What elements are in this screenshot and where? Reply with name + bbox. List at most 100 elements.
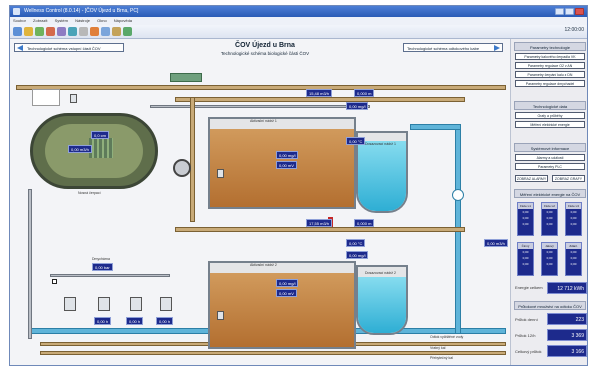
param-button[interactable]: Parametry čerpání kalu z DN bbox=[515, 71, 585, 78]
energy-cell: Fáze L1 0,00 0,00 0,00 bbox=[517, 202, 534, 236]
home-icon[interactable] bbox=[13, 27, 22, 36]
blower-2-hours: 0,00 h bbox=[126, 317, 144, 325]
menu-item[interactable]: Systém bbox=[55, 18, 68, 23]
line2-level-value: 0,000 m bbox=[354, 219, 375, 227]
settings-icon[interactable] bbox=[79, 27, 88, 36]
riser-pipe bbox=[190, 97, 195, 222]
nav-outlet-label: Technologické schéma odtokového kabe bbox=[407, 46, 480, 51]
total-label: Průtok denní bbox=[515, 317, 538, 322]
total-value: 3 166 bbox=[547, 345, 587, 357]
system-section-header: Systémové informace bbox=[514, 143, 586, 152]
maximize-button[interactable] bbox=[565, 8, 574, 15]
line2-o2b-value: 0,00 mg/l bbox=[346, 251, 369, 259]
page-title: ČOV Újezd u Brna bbox=[235, 42, 295, 49]
energy-cell: Činný 0,00 0,00 0,00 bbox=[517, 242, 534, 276]
process-diagram: Technologické schéma vstupní čásit ČOV T… bbox=[10, 39, 510, 365]
blower-header-pipe bbox=[50, 274, 170, 277]
drain-pipe bbox=[28, 189, 32, 339]
trend-button[interactable]: Grafy a průběhy bbox=[515, 112, 585, 119]
outlet-label: Odtok vyčištěné vody bbox=[430, 335, 464, 339]
alarm-icon[interactable] bbox=[90, 27, 99, 36]
system-button[interactable]: Alarmy a události bbox=[515, 154, 585, 161]
trend-icon[interactable] bbox=[68, 27, 77, 36]
close-button[interactable] bbox=[575, 8, 584, 15]
menu-item[interactable]: Zobrazit bbox=[33, 18, 47, 23]
param-button[interactable]: Parametry kalového čerpadla VK bbox=[515, 53, 585, 60]
return-sludge-label: Vratný kal bbox=[430, 346, 446, 350]
inlet-flow-value: 0,00 m3/h bbox=[68, 145, 92, 153]
energy-total-value: 12 712 kWh bbox=[547, 282, 587, 294]
total-value: 223 bbox=[547, 313, 587, 325]
energy-total-label: Energie celkem bbox=[515, 285, 543, 290]
control-cabinet bbox=[32, 89, 60, 106]
blower-3-icon[interactable] bbox=[130, 297, 142, 311]
menu-item[interactable]: Soubor bbox=[13, 18, 26, 23]
return-pipe-top bbox=[410, 124, 461, 130]
user-icon[interactable] bbox=[112, 27, 121, 36]
arrow-left-icon bbox=[17, 45, 23, 51]
refresh-icon[interactable] bbox=[35, 27, 44, 36]
trend-button[interactable]: Měření elektrické energie bbox=[515, 121, 585, 128]
energy-cell: Fáze L3 0,00 0,00 0,00 bbox=[565, 202, 582, 236]
energy-section-header: Měření elektrické energie na ČOV bbox=[514, 189, 586, 198]
help-icon[interactable] bbox=[123, 27, 132, 36]
line1-o2b-value: 0,00 mg/l bbox=[346, 102, 369, 110]
print-icon[interactable] bbox=[57, 27, 66, 36]
stop-icon[interactable] bbox=[46, 27, 55, 36]
folder-icon[interactable] bbox=[24, 27, 33, 36]
param-button[interactable]: Parametry regulace O2 v AN bbox=[515, 62, 585, 69]
line1-flow-value: 15,48 m3/h bbox=[306, 89, 333, 97]
line1-level-value: 0,000 m bbox=[354, 89, 375, 97]
line2-flow-value: 17,55 m3/h bbox=[306, 219, 333, 227]
application-window: Wellness Control (8.0.14) - [ČOV Újezd u… bbox=[9, 5, 588, 366]
flow-meter-icon bbox=[452, 189, 464, 201]
graphs-button[interactable]: ZOBRAZ GRAFY bbox=[552, 175, 585, 182]
line1-redox-value: 0,00 mV bbox=[276, 161, 297, 169]
menu-item[interactable]: Nástroje bbox=[75, 18, 90, 23]
tank-level-value: 0,0 cm bbox=[91, 131, 110, 139]
system-button[interactable]: Parametry PLC bbox=[515, 163, 585, 170]
aeration-tank-1-label: Aktivační nádrž 1 bbox=[250, 119, 277, 123]
window-title: Wellness Control (8.0.14) - [ČOV Újezd u… bbox=[24, 8, 139, 14]
title-bar: Wellness Control (8.0.14) - [ČOV Újezd u… bbox=[10, 6, 587, 17]
blower-station-label: Dmychárna bbox=[92, 257, 110, 261]
blower-pressure-value: 0,00 bar bbox=[92, 263, 113, 271]
screen-grid-icon bbox=[89, 138, 113, 158]
inlet-pipe bbox=[16, 85, 506, 90]
app-icon bbox=[13, 8, 20, 15]
line2-redox-value: 0,00 mV bbox=[276, 289, 297, 297]
air-pipe bbox=[150, 105, 370, 108]
storage-tank bbox=[30, 113, 158, 189]
menu-item[interactable]: Okno bbox=[97, 18, 107, 23]
page-subtitle: Technologické schéma biologické části ČO… bbox=[220, 51, 310, 56]
tank-outlet-label: Nosná čerpací bbox=[78, 191, 101, 195]
params-section-header: Parametry technologie bbox=[514, 42, 586, 51]
total-value: 3 369 bbox=[547, 329, 587, 341]
settling-tank-2 bbox=[356, 265, 408, 335]
energy-cell: Jalový 0,00 0,00 0,00 bbox=[541, 242, 558, 276]
energy-cell: Zdánl. 0,00 0,00 0,00 bbox=[565, 242, 582, 276]
mixer-icon[interactable] bbox=[217, 169, 224, 178]
line2-temp-value: 0,00 °C bbox=[346, 239, 366, 247]
total-label: Celkový průtok bbox=[515, 349, 542, 354]
blower-4-icon[interactable] bbox=[160, 297, 172, 311]
blower-1-icon[interactable] bbox=[64, 297, 76, 311]
nav-inlet-button[interactable]: Technologické schéma vstupní čásit ČOV bbox=[14, 43, 124, 52]
clock: 12:00:00 bbox=[564, 27, 584, 33]
minimize-button[interactable] bbox=[555, 8, 564, 15]
nav-outlet-button[interactable]: Technologické schéma odtokového kabe bbox=[403, 43, 503, 52]
line1-temp-value: 0,00 °C bbox=[346, 137, 366, 145]
pump-icon[interactable] bbox=[70, 94, 77, 103]
alarms-button[interactable]: ZOBRAZ ALARMY bbox=[515, 175, 548, 182]
zoom-icon[interactable] bbox=[101, 27, 110, 36]
param-button[interactable]: Parametry regulace dmychadel bbox=[515, 80, 585, 87]
line2-o2-value: 0,00 mg/l bbox=[276, 279, 299, 287]
blower-1-hours: 0,00 h bbox=[94, 317, 112, 325]
valve-icon[interactable] bbox=[52, 279, 57, 284]
blower-2-icon[interactable] bbox=[98, 297, 110, 311]
totals-section-header: Průtokové množství na odtoku ČOV bbox=[514, 301, 586, 310]
blower-3-hours: 0,00 h bbox=[156, 317, 174, 325]
excess-sludge-pipe bbox=[40, 351, 506, 355]
menu-item[interactable]: Nápověda bbox=[114, 18, 132, 23]
mixer-2-icon[interactable] bbox=[217, 311, 224, 320]
